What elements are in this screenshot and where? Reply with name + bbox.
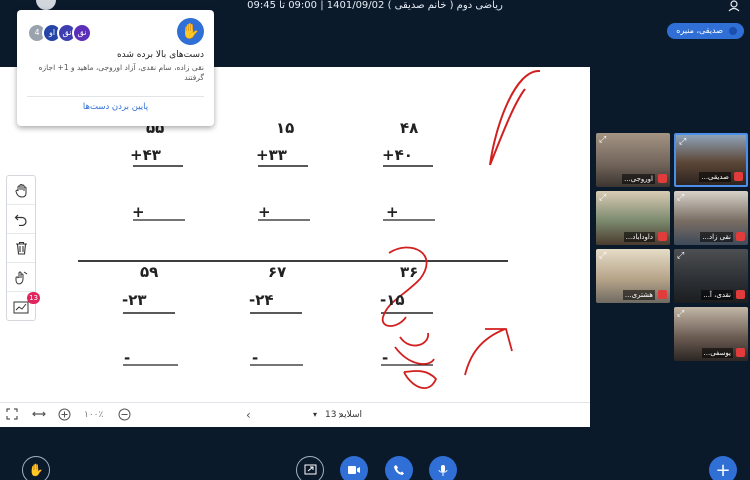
problem-6-bottom: -۱۵	[380, 291, 405, 309]
participant-name: نقی زاد...	[700, 231, 733, 242]
zoom-level: ۱۰۰٪	[84, 410, 104, 420]
participant-name: اوروجی...	[622, 173, 655, 184]
actions-plus-button[interactable]: +	[709, 456, 737, 480]
user-menu-icon[interactable]	[728, 0, 742, 12]
participant-name: یوسفی...	[701, 347, 733, 358]
participant-tile[interactable]: ⤢ صدیقی...	[674, 133, 748, 187]
participant-caption: صدیقی...	[679, 171, 743, 182]
muted-mic-icon	[658, 174, 667, 183]
previous-slide-icon[interactable]: ›	[338, 408, 343, 422]
muted-mic-icon	[658, 232, 667, 241]
participant-tile[interactable]: ⤢ هشتری...	[596, 249, 670, 303]
chevron-down-icon: ▾	[313, 410, 318, 419]
muted-mic-icon	[736, 290, 745, 299]
problem-5-top: ۶۷	[268, 263, 287, 281]
chart-icon[interactable]: 13	[7, 292, 40, 321]
camera-icon	[348, 466, 360, 474]
muted-mic-icon	[736, 232, 745, 241]
microphone-icon	[438, 464, 448, 476]
problem-1-bottom: +۴۳	[130, 146, 161, 164]
participant-tile[interactable]: ⤢ اوروجی...	[596, 133, 670, 187]
undo-icon[interactable]	[7, 205, 35, 234]
trash-icon[interactable]	[7, 234, 35, 263]
problem-4-top: ۵۹	[140, 263, 159, 281]
slide-selector[interactable]: اسلاید 13 ▾	[262, 408, 362, 422]
expand-icon[interactable]: ⤢	[599, 135, 606, 145]
poll-count-badge: 13	[27, 292, 40, 304]
answer-sign-4: -	[124, 349, 134, 367]
avatar: نق	[72, 23, 92, 43]
ink-stroke-2	[381, 246, 428, 327]
lower-hands-button[interactable]: پایین بردن دست‌ها	[17, 102, 214, 112]
participant-name: داوداباد...	[623, 231, 655, 242]
answer-sign-5: -	[252, 349, 262, 367]
annotation-toolbar: 13	[6, 175, 40, 321]
microphone-button[interactable]	[429, 456, 457, 480]
participant-caption: نقدی، آ...	[677, 289, 745, 300]
plus-icon: +	[715, 459, 731, 480]
expand-icon[interactable]: ⤢	[677, 193, 684, 203]
fit-width-icon[interactable]	[32, 408, 46, 422]
expand-icon[interactable]: ⤢	[677, 251, 684, 261]
problem-2-bottom: +۳۳	[256, 146, 287, 164]
mic-icon	[729, 27, 737, 35]
participant-tile[interactable]: ⤢ یوسفی...	[674, 307, 748, 361]
problem-6-top: ۳۶	[400, 263, 419, 281]
hand-icon: ✋	[28, 463, 44, 477]
expand-icon[interactable]: ⤢	[679, 137, 686, 147]
problem-4-bottom: -۲۳	[122, 291, 147, 309]
raised-hands-title: دست‌های بالا برده شده	[116, 50, 204, 60]
participant-tile[interactable]: ⤢ نقی زاد...	[674, 191, 748, 245]
zoom-in-icon[interactable]	[58, 408, 71, 422]
answer-sign-3: +	[386, 203, 402, 221]
expand-icon[interactable]: ⤢	[599, 193, 606, 203]
participant-caption: داوداباد...	[599, 231, 667, 242]
muted-mic-icon	[736, 348, 745, 357]
multi-user-whiteboard-icon[interactable]	[7, 263, 35, 292]
participant-name: نقدی، آ...	[701, 289, 733, 300]
participant-caption: اوروجی...	[599, 173, 667, 184]
participant-caption: یوسفی...	[677, 347, 745, 358]
raised-hand-icon: ✋	[177, 18, 204, 45]
slide-label: اسلاید 13	[325, 410, 362, 420]
participant-name: صدیقی...	[699, 171, 731, 182]
slide-navigation-bar: ۱۰۰٪ ‹ اسلاید 13 ▾ ›	[0, 402, 590, 427]
zoom-out-icon[interactable]	[118, 408, 131, 422]
participant-caption: نقی زاد...	[677, 231, 745, 242]
participant-tile[interactable]: ⤢ نقدی، آ...	[674, 249, 748, 303]
problem-5-bottom: -۲۴	[249, 291, 274, 309]
raised-hands-avatars: 4 او نق نق	[27, 23, 92, 43]
camera-button[interactable]	[340, 456, 368, 480]
answer-sign-6: -	[382, 349, 392, 367]
participant-tile[interactable]: ⤢ داوداباد...	[596, 191, 670, 245]
raised-hands-names: نقی زاده، سام نقدی، آزاد اوروجی، ماهید و…	[38, 63, 204, 82]
participant-caption: هشتری...	[599, 289, 667, 300]
presenter-chip[interactable]: صدیقی، منیره	[667, 23, 744, 39]
participant-name: هشتری...	[622, 289, 655, 300]
raised-hands-panel: ✋ 4 او نق نق دست‌های بالا برده شده نقی ز…	[17, 10, 214, 126]
problem-2-top: ۱۵	[276, 119, 295, 137]
presenter-name: صدیقی، منیره	[676, 26, 723, 35]
muted-mic-icon	[658, 290, 667, 299]
next-slide-icon[interactable]: ‹	[246, 408, 251, 422]
ink-stroke-3	[394, 332, 438, 390]
screen-share-icon	[304, 464, 316, 475]
hand-tool-icon[interactable]	[7, 176, 35, 205]
problem-3-bottom: +۴۰	[382, 146, 413, 164]
muted-mic-icon	[734, 172, 743, 181]
ink-arrow	[464, 328, 513, 376]
expand-icon[interactable]: ⤢	[599, 251, 606, 261]
answer-sign-2: +	[258, 203, 274, 221]
screen-share-button[interactable]	[296, 456, 324, 480]
phone-button[interactable]	[385, 456, 413, 480]
raise-hand-button[interactable]: ✋	[22, 456, 50, 480]
problem-3-top: ۴۸	[400, 119, 419, 137]
answer-sign-1: +	[132, 203, 148, 221]
divider	[27, 96, 204, 97]
ink-stroke-1	[489, 69, 541, 166]
expand-icon[interactable]: ⤢	[677, 309, 684, 319]
phone-icon	[394, 465, 404, 475]
fit-screen-icon[interactable]	[6, 408, 18, 422]
